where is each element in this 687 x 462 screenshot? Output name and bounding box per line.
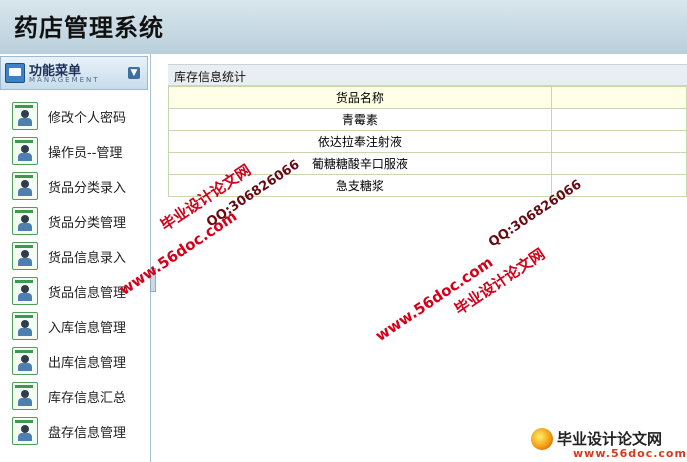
chevron-down-icon[interactable]: ▼ (128, 67, 140, 79)
flame-icon (531, 428, 553, 450)
sidebar-item-stock-out[interactable]: 出库信息管理 (12, 345, 144, 375)
user-card-icon (12, 102, 38, 130)
user-card-icon (12, 207, 38, 235)
sidebar-item-goods-entry[interactable]: 货品信息录入 (12, 240, 144, 270)
sidebar-item-label: 库存信息汇总 (48, 391, 127, 406)
sidebar-item-label: 货品信息管理 (48, 286, 127, 301)
sidebar-item-label: 盘存信息管理 (48, 426, 127, 441)
corner-url: www.56doc.com (573, 447, 687, 460)
column-header-name: 货品名称 (168, 86, 552, 109)
user-card-icon (12, 277, 38, 305)
app-header: 药店管理系统 (0, 0, 687, 54)
sidebar-item-label: 入库信息管理 (48, 321, 127, 336)
sidebar-item-operator-manage[interactable]: 操作员--管理 (12, 135, 144, 165)
sidebar-item-category-manage[interactable]: 货品分类管理 (12, 205, 144, 235)
sidebar-item-change-password[interactable]: 修改个人密码 (12, 100, 144, 130)
table-cell (550, 152, 687, 175)
user-card-icon (12, 347, 38, 375)
column-header-blank (550, 86, 687, 109)
corner-brand: 毕业设计论文网 (557, 430, 663, 448)
sidebar-item-label: 货品分类管理 (48, 216, 127, 231)
user-card-icon (12, 382, 38, 410)
user-card-icon (12, 172, 38, 200)
app-title: 药店管理系统 (14, 13, 164, 42)
sidebar-item-category-entry[interactable]: 货品分类录入 (12, 170, 144, 200)
sidebar: 功能菜单 MANAGEMENT ▼ 修改个人密码 操作员--管理 货品分类录入 … (0, 54, 151, 462)
menu-header: 功能菜单 MANAGEMENT ▼ (0, 56, 148, 90)
table-header-row: 货品名称 (168, 86, 687, 109)
sidebar-item-stocktake[interactable]: 盘存信息管理 (12, 415, 144, 445)
sidebar-item-inventory-summary[interactable]: 库存信息汇总 (12, 380, 144, 410)
table-cell: 依达拉奉注射液 (168, 130, 552, 153)
table-cell (550, 108, 687, 131)
table-cell (550, 130, 687, 153)
user-card-icon (12, 242, 38, 270)
section-title: 库存信息统计 (174, 70, 247, 84)
table-cell: 青霉素 (168, 108, 552, 131)
sidebar-item-label: 货品分类录入 (48, 181, 127, 196)
menu-board-icon (5, 63, 25, 83)
table-row: 青霉素 (168, 108, 687, 131)
menu-subtitle: MANAGEMENT (29, 76, 100, 84)
sidebar-item-label: 操作员--管理 (48, 146, 123, 161)
sidebar-item-label: 修改个人密码 (48, 111, 127, 126)
user-card-icon (12, 137, 38, 165)
corner-logo: 毕业设计论文网 www.56doc.com (519, 426, 687, 462)
sidebar-item-stock-in[interactable]: 入库信息管理 (12, 310, 144, 340)
sidebar-item-label: 出库信息管理 (48, 356, 127, 371)
table-row: 依达拉奉注射液 (168, 130, 687, 153)
user-card-icon (12, 312, 38, 340)
section-header: 库存信息统计 (168, 64, 687, 86)
user-card-icon (12, 417, 38, 445)
sidebar-item-label: 货品信息录入 (48, 251, 127, 266)
